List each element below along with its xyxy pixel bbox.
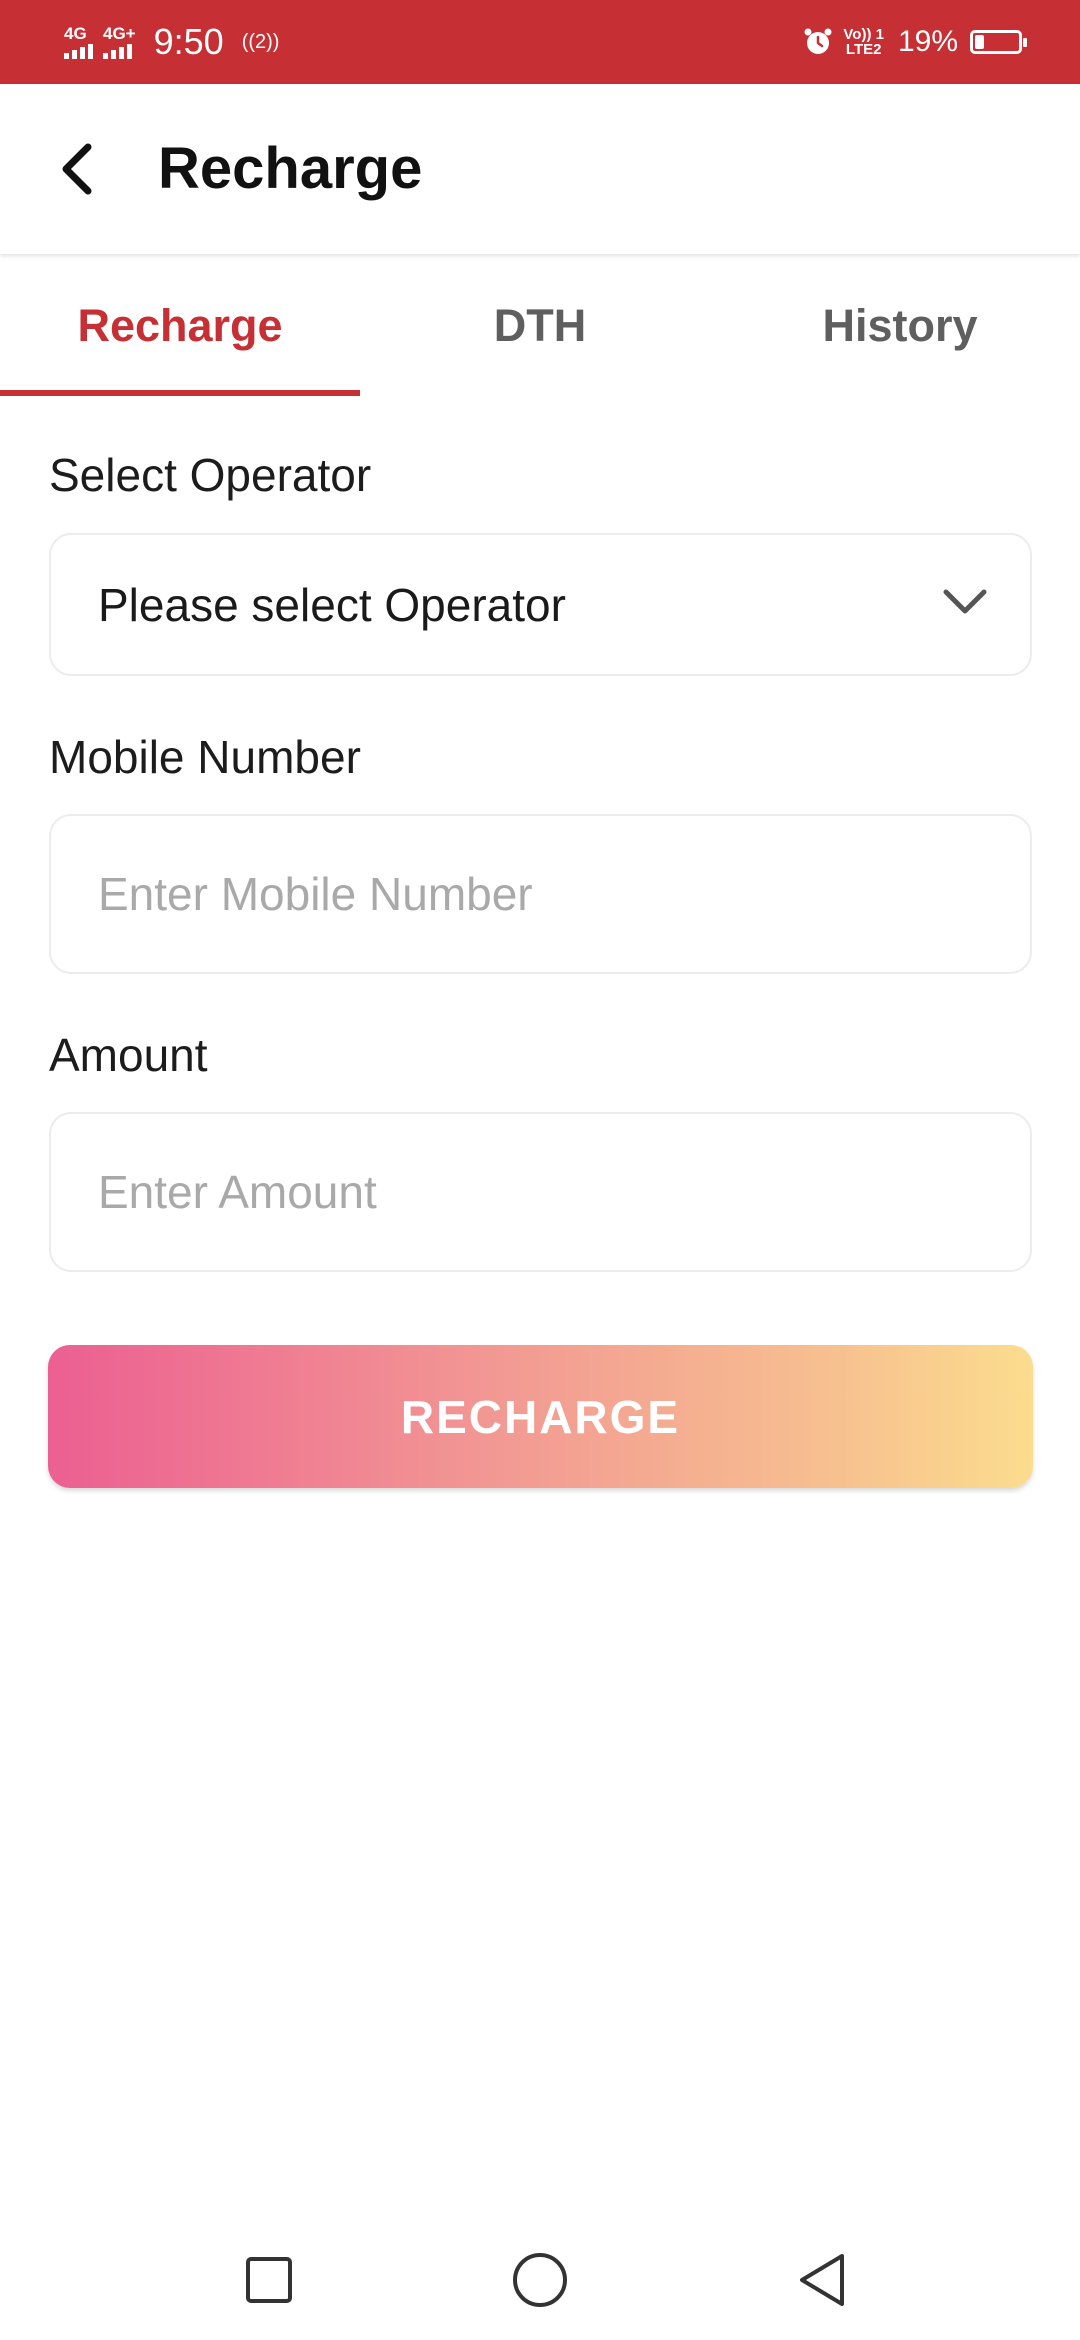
- signal-icon: 4G+: [103, 25, 136, 59]
- mobile-number-label: Mobile Number: [49, 731, 361, 783]
- amount-input[interactable]: Enter Amount: [49, 1112, 1032, 1272]
- signal-icon: 4G: [64, 25, 93, 59]
- hotspot-icon: ((2)): [241, 30, 280, 53]
- battery-icon: [970, 30, 1027, 54]
- chevron-down-icon: [943, 589, 987, 613]
- tab-history[interactable]: History: [720, 256, 1080, 396]
- recharge-button[interactable]: RECHARGE: [48, 1345, 1033, 1488]
- operator-select[interactable]: Please select Operator: [49, 533, 1032, 676]
- volte-icon: Vo)) 1 LTE2: [843, 27, 884, 57]
- mobile-number-input[interactable]: Enter Mobile Number: [49, 814, 1032, 974]
- alarm-icon: [804, 28, 832, 54]
- recent-apps-icon[interactable]: [209, 2220, 329, 2340]
- tab-recharge[interactable]: Recharge: [0, 256, 360, 396]
- sim2-network-label: 4G+: [103, 24, 136, 43]
- operator-label: Select Operator: [49, 449, 372, 501]
- page-title: Recharge: [158, 136, 423, 201]
- back-icon[interactable]: [762, 2220, 882, 2340]
- sim1-network-label: 4G: [64, 24, 87, 43]
- home-icon[interactable]: [480, 2220, 600, 2340]
- status-right: Vo)) 1 LTE2 19%: [803, 0, 1027, 84]
- volte-top-text: Vo)) 1: [843, 26, 884, 43]
- tab-bar: Recharge DTH History: [0, 256, 1080, 396]
- battery-level-fill: [975, 35, 984, 49]
- battery-percent: 19%: [897, 25, 958, 58]
- volte-bottom-text: LTE2: [845, 41, 882, 58]
- status-time: 9:50: [153, 21, 224, 62]
- amount-placeholder: Enter Amount: [98, 1166, 377, 1218]
- back-arrow-icon[interactable]: [40, 124, 112, 214]
- operator-select-value: Please select Operator: [98, 578, 566, 631]
- system-nav-bar: [0, 2220, 1080, 2340]
- app-bar: Recharge: [0, 84, 1080, 254]
- amount-label: Amount: [49, 1029, 208, 1081]
- status-left: 4G 4G+ 9:50 ((2)): [64, 0, 279, 84]
- mobile-number-placeholder: Enter Mobile Number: [98, 868, 533, 920]
- tab-dth[interactable]: DTH: [360, 256, 720, 396]
- status-bar: 4G 4G+ 9:50 ((2)) Vo)) 1 LTE2 19%: [0, 0, 1080, 84]
